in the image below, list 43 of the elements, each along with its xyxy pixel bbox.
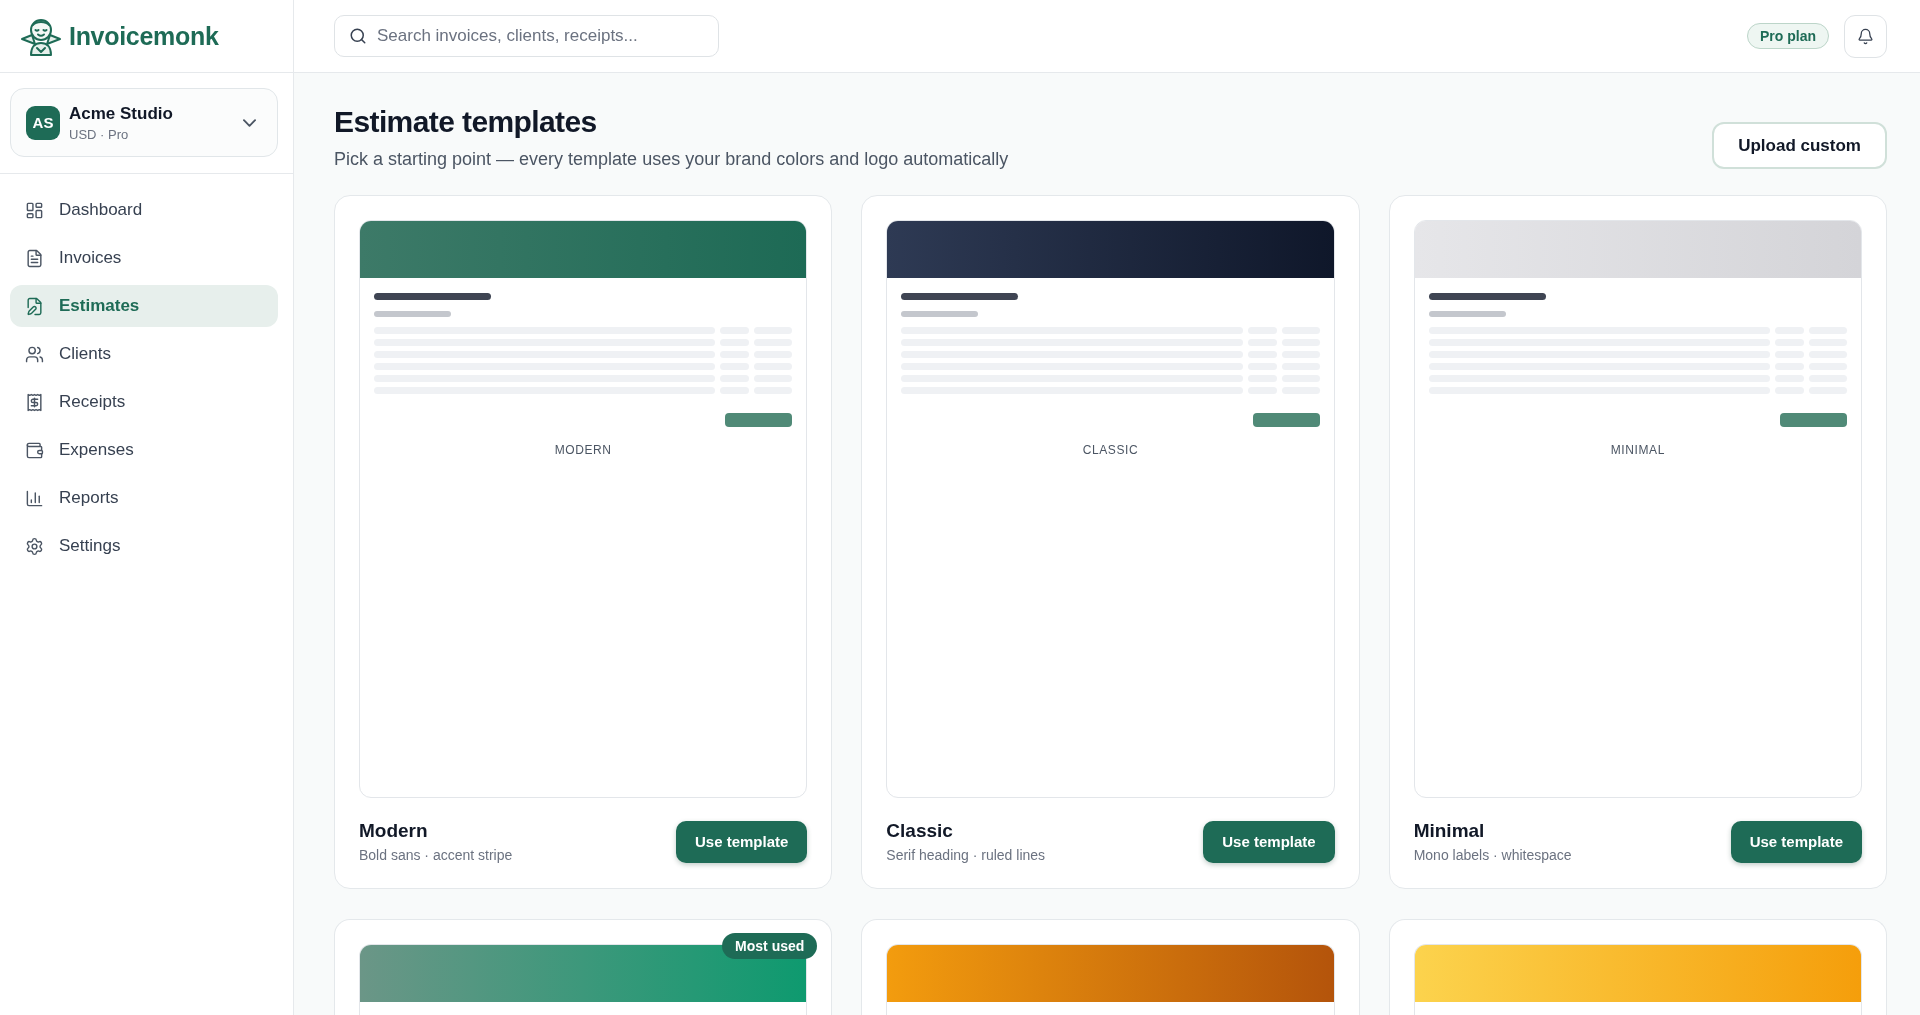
settings-icon — [25, 536, 44, 556]
workspace-details: USD · Pro — [69, 126, 129, 142]
template-description: Serif heading · ruled lines — [886, 846, 1046, 864]
wallet-icon — [25, 440, 44, 460]
search-icon — [349, 27, 367, 45]
use-template-button[interactable]: Use template — [675, 820, 808, 863]
upload-custom-button[interactable]: Upload custom — [1712, 122, 1887, 169]
template-badge: Most used — [722, 933, 818, 959]
nav-item[interactable]: Settings — [10, 525, 278, 567]
nav-item[interactable]: Receipts — [10, 381, 278, 423]
nav-item[interactable]: Dashboard — [10, 189, 278, 231]
people-icon — [25, 344, 44, 364]
nav-item[interactable]: Invoices — [10, 237, 278, 279]
monk-logo-icon — [20, 16, 62, 56]
template-style-label: CLASSIC — [1082, 443, 1139, 457]
document-icon — [25, 248, 44, 268]
workspace-avatar: AS — [26, 105, 60, 140]
use-template-button[interactable]: Use template — [1203, 820, 1335, 863]
nav-item[interactable]: Expenses — [10, 429, 278, 471]
template-style-label: MINIMAL — [1610, 443, 1665, 457]
bar-chart-icon — [25, 488, 44, 508]
template-style-label: MODERN — [554, 443, 612, 457]
search-field[interactable]: Search invoices, clients, receipts... — [334, 15, 719, 57]
template-name: Classic — [886, 819, 953, 842]
workspace-name: Acme Studio — [69, 103, 173, 124]
notifications-button[interactable] — [1844, 14, 1887, 58]
use-template-button[interactable]: Use template — [1730, 820, 1862, 863]
brand-name: Invoicemonk — [69, 21, 219, 51]
page-title: Estimate templates — [334, 104, 597, 140]
nav-item[interactable]: Reports — [10, 477, 278, 519]
template-name: Minimal — [1413, 819, 1485, 842]
template-description: Bold sans · accent stripe — [359, 846, 513, 864]
nav-item[interactable]: Clients — [10, 333, 278, 375]
nav-item[interactable]: Estimates — [10, 285, 278, 327]
page-subtitle: Pick a starting point — every template uses your brand colors and logo automatically — [334, 148, 1009, 170]
receipt-icon — [25, 392, 44, 412]
template-name: Modern — [359, 819, 428, 842]
document-pen-icon — [25, 296, 44, 316]
plan-badge: Pro plan — [1747, 23, 1829, 49]
bell-icon — [1857, 27, 1874, 45]
grid-icon — [25, 200, 44, 220]
chevron-down-icon — [243, 118, 256, 127]
template-description: Mono labels · whitespace — [1413, 846, 1572, 864]
